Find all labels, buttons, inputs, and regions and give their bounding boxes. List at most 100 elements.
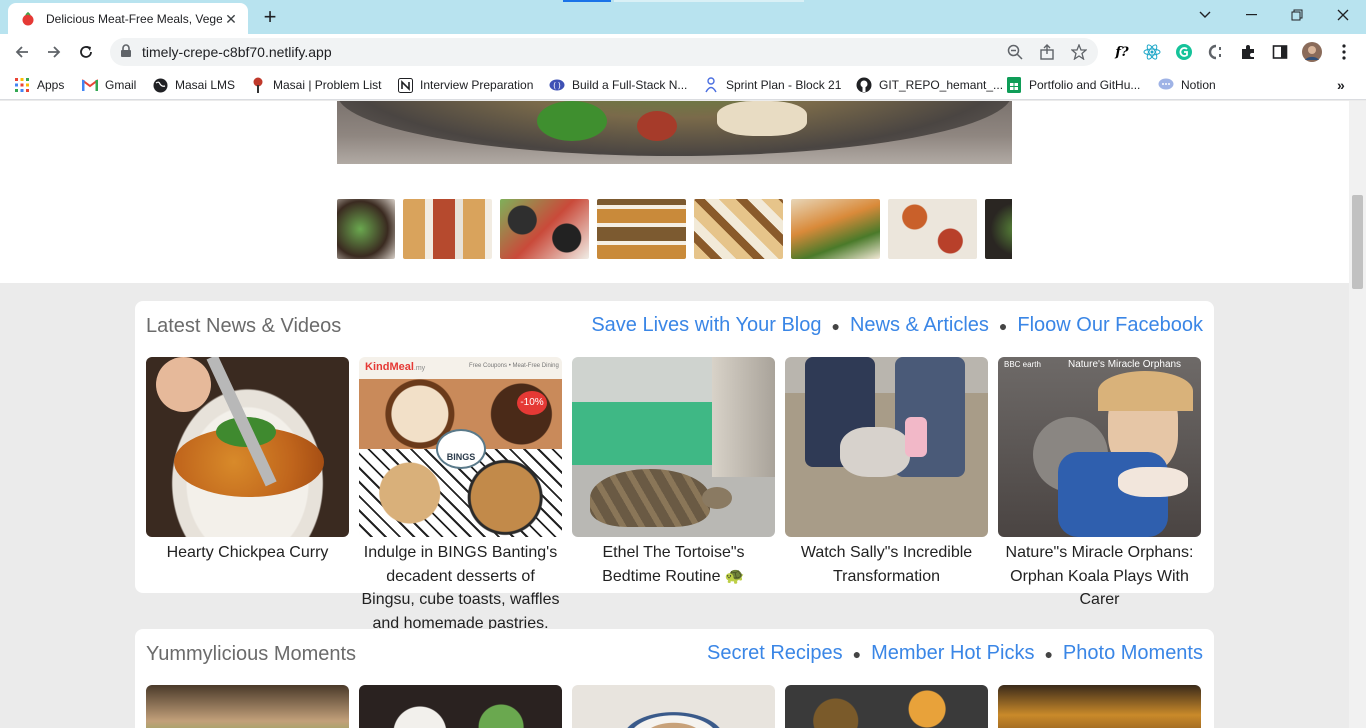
news-tile[interactable]: KindMeal.my Free Coupons • Meat-Free Din… bbox=[359, 357, 562, 635]
bookmark-sprint-plan[interactable]: Sprint Plan - Block 21 bbox=[703, 76, 841, 94]
sally-transformation-image[interactable] bbox=[785, 357, 988, 537]
bookmark-label: Sprint Plan - Block 21 bbox=[726, 78, 842, 92]
formula-extension-icon[interactable]: f? bbox=[1112, 42, 1132, 62]
share-icon[interactable] bbox=[1038, 43, 1056, 61]
bbc-earth-logo: BBC earth bbox=[1004, 360, 1041, 369]
lock-icon[interactable] bbox=[120, 44, 132, 63]
tomato-favicon-icon bbox=[20, 11, 36, 27]
forward-icon[interactable] bbox=[42, 40, 66, 64]
bookmark-label: Portfolio and GitHu... bbox=[1029, 78, 1141, 92]
browser-toolbar: timely-crepe-c8bf70.netlify.app f? bbox=[0, 34, 1366, 70]
bookmark-label: Build a Full-Stack N... bbox=[572, 78, 688, 92]
bookmark-interview-preparation[interactable]: Interview Preparation bbox=[397, 76, 533, 94]
moment-image[interactable] bbox=[998, 685, 1201, 728]
menu-kebab-icon[interactable] bbox=[1334, 42, 1354, 62]
moment-image[interactable] bbox=[146, 685, 349, 728]
news-tile[interactable]: Watch Sally"s Incredible Transformation bbox=[785, 357, 988, 635]
thumbnail-image[interactable] bbox=[597, 199, 686, 259]
sheets-icon bbox=[1006, 77, 1022, 93]
bookmark-gmail[interactable]: Gmail bbox=[82, 76, 136, 94]
side-panel-icon[interactable] bbox=[1270, 42, 1290, 62]
new-tab-button[interactable]: + bbox=[258, 5, 282, 29]
news-tile[interactable]: Hearty Chickpea Curry bbox=[146, 357, 349, 635]
browser-tab[interactable]: Delicious Meat-Free Meals, Vege ✕ bbox=[8, 3, 248, 34]
scrollbar-thumb[interactable] bbox=[1352, 195, 1363, 289]
bookmark-git-repo[interactable]: GIT_REPO_hemant_... bbox=[856, 76, 1003, 94]
reload-icon[interactable] bbox=[74, 40, 98, 64]
thumbnail-image[interactable] bbox=[403, 199, 492, 259]
news-caption[interactable]: Watch Sally"s Incredible Transformation bbox=[785, 541, 988, 588]
facebook-link[interactable]: Floow Our Facebook bbox=[1017, 314, 1203, 337]
bookmark-star-icon[interactable] bbox=[1070, 43, 1088, 61]
tortoise-image[interactable] bbox=[572, 357, 775, 537]
thumbnail-image[interactable] bbox=[500, 199, 589, 259]
hero-image bbox=[337, 101, 1012, 164]
github-icon bbox=[856, 77, 872, 93]
bookmark-masai-problem-list[interactable]: Masai | Problem List bbox=[250, 76, 382, 94]
thumbnail-image[interactable] bbox=[985, 199, 1012, 259]
moment-image[interactable] bbox=[359, 685, 562, 728]
discount-badge: -10% bbox=[517, 391, 547, 415]
tab-strip-accent-light bbox=[614, 0, 804, 2]
svg-text:(): () bbox=[552, 81, 562, 90]
bookmark-label: Gmail bbox=[105, 78, 137, 92]
separator-dot: ● bbox=[831, 317, 840, 334]
page-viewport: Latest News & Videos Save Lives with You… bbox=[0, 101, 1366, 728]
page-scrollbar[interactable] bbox=[1349, 101, 1366, 728]
section-heading: Yummylicious Moments bbox=[146, 643, 357, 665]
news-caption[interactable]: Hearty Chickpea Curry bbox=[146, 541, 349, 565]
chat-bubble-icon bbox=[1158, 77, 1174, 93]
zoom-icon[interactable] bbox=[1006, 43, 1024, 61]
profile-avatar[interactable] bbox=[1302, 42, 1322, 62]
bookmark-apps[interactable]: Apps bbox=[14, 76, 64, 94]
bookmark-portfolio[interactable]: Portfolio and GitHu... bbox=[1006, 76, 1140, 94]
news-articles-link[interactable]: News & Articles bbox=[850, 314, 989, 337]
bookmark-label: Masai LMS bbox=[175, 78, 236, 92]
react-devtools-icon[interactable] bbox=[1142, 42, 1162, 62]
news-caption[interactable]: Indulge in BINGS Banting's decadent dess… bbox=[359, 541, 562, 635]
member-hot-picks-link[interactable]: Member Hot Picks bbox=[871, 642, 1034, 665]
news-caption[interactable]: Ethel The Tortoise"s Bedtime Routine 🐢 bbox=[572, 541, 775, 588]
news-caption[interactable]: Nature"s Miracle Orphans: Orphan Koala P… bbox=[998, 541, 1201, 612]
thumbnail-image[interactable] bbox=[337, 199, 395, 259]
moment-image[interactable] bbox=[785, 685, 988, 728]
bings-desserts-image[interactable]: KindMeal.my Free Coupons • Meat-Free Din… bbox=[359, 357, 562, 537]
separator-dot: ● bbox=[1044, 645, 1053, 662]
thumbnail-image[interactable] bbox=[888, 199, 977, 259]
bookmark-notion[interactable]: Notion bbox=[1158, 76, 1216, 94]
browser-titlebar: Delicious Meat-Free Meals, Vege ✕ + bbox=[0, 0, 1366, 34]
masai-logo-icon bbox=[250, 77, 266, 93]
chickpea-curry-image[interactable] bbox=[146, 357, 349, 537]
address-bar[interactable]: timely-crepe-c8bf70.netlify.app bbox=[110, 38, 1098, 66]
secret-recipes-link[interactable]: Secret Recipes bbox=[707, 642, 843, 665]
restore-button[interactable] bbox=[1274, 0, 1320, 30]
grammarly-icon[interactable] bbox=[1174, 42, 1194, 62]
moment-image[interactable] bbox=[572, 685, 775, 728]
koala-orphan-image[interactable]: BBC earth Nature's Miracle Orphans bbox=[998, 357, 1201, 537]
thumbnail-image[interactable] bbox=[791, 199, 880, 259]
hero-section bbox=[0, 101, 1349, 283]
bookmark-label: Notion bbox=[1181, 78, 1216, 92]
back-icon[interactable] bbox=[10, 40, 34, 64]
globe-icon bbox=[152, 77, 168, 93]
gmail-icon bbox=[82, 77, 98, 93]
thumbnail-image[interactable] bbox=[694, 199, 783, 259]
save-lives-blog-link[interactable]: Save Lives with Your Blog bbox=[591, 314, 821, 337]
tab-search-icon[interactable] bbox=[1182, 0, 1228, 30]
css-extension-icon[interactable] bbox=[1206, 42, 1226, 62]
separator-dot: ● bbox=[852, 645, 862, 662]
bookmark-masai-lms[interactable]: Masai LMS bbox=[152, 76, 235, 94]
close-tab-icon[interactable]: ✕ bbox=[222, 10, 240, 28]
moment-tiles bbox=[146, 685, 1201, 728]
news-tile[interactable]: BBC earth Nature's Miracle Orphans Natur… bbox=[998, 357, 1201, 635]
news-tile[interactable]: Ethel The Tortoise"s Bedtime Routine 🐢 bbox=[572, 357, 775, 635]
bookmark-build-full-stack[interactable]: () Build a Full-Stack N... bbox=[549, 76, 687, 94]
photo-moments-link[interactable]: Photo Moments bbox=[1063, 642, 1203, 665]
more-bookmarks-icon[interactable]: » bbox=[1337, 76, 1345, 94]
bookmarks-bar: Apps Gmail Masai LMS Masai | Problem Lis… bbox=[0, 70, 1366, 100]
bookmark-label: Interview Preparation bbox=[420, 78, 534, 92]
close-window-button[interactable] bbox=[1320, 0, 1366, 30]
minimize-button[interactable] bbox=[1228, 0, 1274, 30]
extensions-puzzle-icon[interactable] bbox=[1238, 42, 1258, 62]
thumbnail-strip bbox=[337, 199, 1012, 259]
